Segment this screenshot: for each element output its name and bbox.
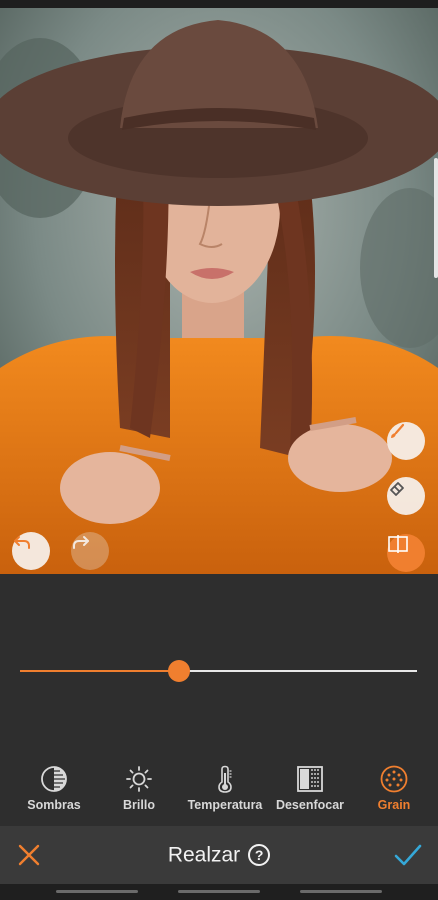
tool-bar: Sombras Brillo Temperatura Desenfocar Gr… (0, 764, 438, 814)
tool-label: Grain (377, 798, 411, 812)
shadows-icon (41, 766, 67, 792)
compare-icon (388, 535, 408, 553)
thermometer-icon (218, 765, 232, 793)
tool-label: Sombras (27, 798, 81, 812)
screen-title: Realzar (167, 843, 241, 867)
app-screen: Sombras Brillo Temperatura Desenfocar Gr… (0, 0, 438, 900)
tool-label: Brillo (123, 798, 155, 812)
tool-grain[interactable]: Grain (346, 764, 438, 812)
checkmark-icon (394, 844, 422, 866)
adjustment-panel: Sombras Brillo Temperatura Desenfocar Gr… (0, 574, 438, 826)
portrait-photo (0, 8, 438, 574)
blur-icon (297, 766, 323, 792)
brush-button[interactable] (387, 422, 425, 460)
tool-desenfocar[interactable]: Desenfocar (262, 764, 358, 812)
nav-back[interactable] (300, 890, 382, 893)
brush-icon (391, 423, 405, 438)
intensity-slider[interactable] (20, 660, 417, 682)
grain-icon (380, 765, 408, 793)
system-nav-bar (0, 884, 438, 900)
slider-knob[interactable] (168, 660, 190, 682)
undo-button[interactable] (12, 532, 50, 570)
photo-canvas[interactable] (0, 8, 438, 574)
tool-sombras[interactable]: Sombras (6, 764, 102, 812)
screen-title-group: Realzar? (0, 843, 438, 867)
status-bar (0, 0, 438, 8)
bottom-action-bar: Realzar? (0, 826, 438, 884)
brightness-icon (126, 766, 152, 792)
eraser-button[interactable] (387, 477, 425, 515)
help-icon[interactable]: ? (248, 844, 271, 867)
redo-icon (73, 536, 89, 549)
nav-recent-apps[interactable] (56, 890, 138, 893)
undo-icon (14, 536, 30, 549)
slider-fill (20, 670, 179, 672)
tool-temperatura[interactable]: Temperatura (177, 764, 273, 812)
compare-button[interactable] (387, 534, 425, 572)
edge-scroll-handle[interactable] (434, 158, 438, 278)
nav-home[interactable] (178, 890, 260, 893)
redo-button[interactable] (71, 532, 109, 570)
tool-brillo[interactable]: Brillo (91, 764, 187, 812)
confirm-button[interactable] (394, 843, 422, 867)
eraser-icon (390, 482, 404, 496)
tool-label: Temperatura (187, 798, 263, 812)
tool-label: Desenfocar (275, 798, 345, 812)
